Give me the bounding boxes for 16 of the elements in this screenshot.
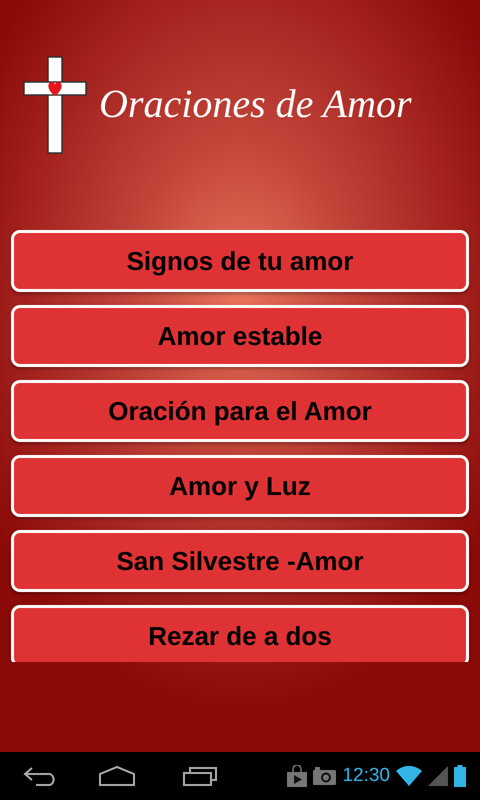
app-title: Oraciones de Amor <box>99 80 412 127</box>
prayer-button[interactable]: Rezar de a dos <box>11 605 469 662</box>
camera-icon <box>313 767 336 785</box>
wifi-icon <box>396 766 422 786</box>
home-icon[interactable] <box>98 765 136 787</box>
prayer-button[interactable]: Oración para el Amor <box>11 380 469 442</box>
recent-apps-icon[interactable] <box>182 765 218 787</box>
shopping-bag-icon <box>287 765 308 787</box>
cross-heart-icon <box>23 56 87 154</box>
prayer-button[interactable]: San Silvestre -Amor <box>11 530 469 592</box>
battery-icon <box>454 765 466 787</box>
signal-icon <box>428 766 448 786</box>
prayer-button[interactable]: Amor estable <box>11 305 469 367</box>
clock-time: 12:30 <box>342 765 390 787</box>
prayer-button[interactable]: Amor y Luz <box>11 455 469 517</box>
prayer-button[interactable]: Signos de tu amor <box>11 230 469 292</box>
